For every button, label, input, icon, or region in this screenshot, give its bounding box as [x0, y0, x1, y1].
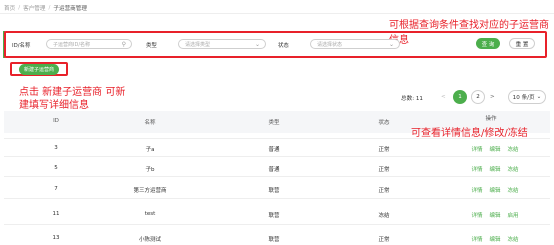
reset-button[interactable]: 重 置: [509, 38, 535, 49]
breadcrumb-separator: /: [48, 5, 51, 11]
cell-status: 正常: [378, 167, 390, 173]
cell-id: 13: [52, 235, 60, 241]
enable-link[interactable]: 启用: [506, 211, 520, 219]
edit-link[interactable]: 编辑: [488, 211, 502, 219]
column-header-type: 类型: [268, 120, 280, 126]
detail-link[interactable]: 详情: [470, 165, 484, 173]
cell-type: 联营: [268, 188, 280, 194]
id-label: ID/名称: [12, 43, 31, 49]
cell-id: 7: [54, 186, 58, 192]
header-divider: [0, 13, 554, 14]
pagination-total: 总数: 11: [401, 96, 423, 102]
id-name-placeholder: 子运营商ID/名称: [53, 41, 91, 48]
row-divider: [4, 176, 550, 177]
page-size-label: 10 条/页: [512, 95, 535, 101]
new-suboperator-button[interactable]: 新建子运营商: [18, 63, 59, 75]
pagination-next[interactable]: >: [490, 94, 495, 100]
breadcrumb-customer[interactable]: 客户管理: [23, 4, 45, 12]
freeze-link[interactable]: 冻结: [506, 145, 520, 153]
breadcrumb-separator: /: [18, 5, 21, 11]
type-label: 类型: [146, 43, 157, 49]
row-divider: [4, 138, 550, 139]
column-header-name: 名称: [144, 120, 156, 126]
cell-type: 普通: [268, 167, 280, 173]
pagination-page-1[interactable]: 1: [453, 90, 467, 104]
page-size-select[interactable]: 10 条/页 ⌄: [508, 90, 546, 104]
search-icon: ⚲: [121, 41, 126, 48]
cell-type: 普通: [268, 147, 280, 153]
chevron-down-icon: ⌄: [388, 41, 394, 48]
breadcrumb-home[interactable]: 首页: [4, 4, 15, 12]
detail-link[interactable]: 详情: [470, 211, 484, 219]
annotation-new-hint: 点击 新建子运营商 可新 建填写详细信息: [19, 86, 129, 112]
edit-link[interactable]: 编辑: [488, 186, 502, 194]
cell-id: 11: [52, 211, 60, 217]
cell-id: 3: [54, 145, 58, 151]
edit-link[interactable]: 编辑: [488, 145, 502, 153]
cell-status: 正常: [378, 188, 390, 194]
freeze-link[interactable]: 冻结: [506, 235, 520, 243]
cell-name: 小陈测试: [138, 237, 161, 243]
row-divider: [4, 198, 550, 199]
new-button-highlight: 新建子运营商: [10, 62, 68, 76]
cell-id: 5: [54, 165, 58, 171]
detail-link[interactable]: 详情: [470, 145, 484, 153]
query-button[interactable]: 查 询: [476, 38, 500, 49]
cell-type: 联营: [268, 237, 280, 243]
freeze-link[interactable]: 冻结: [506, 186, 520, 194]
type-select[interactable]: 请选择类型 ⌄: [178, 39, 266, 49]
edit-link[interactable]: 编辑: [488, 235, 502, 243]
status-label: 状态: [278, 43, 289, 49]
column-header-id: ID: [53, 118, 59, 124]
cell-type: 联营: [268, 213, 280, 219]
cell-status: 正常: [378, 237, 390, 243]
cell-name: 子a: [145, 147, 155, 153]
chevron-down-icon: ⌄: [536, 94, 542, 100]
column-header-status: 状态: [378, 120, 390, 126]
cell-name: test: [144, 211, 156, 217]
chevron-down-icon: ⌄: [254, 41, 260, 48]
row-divider: [4, 224, 550, 225]
annotation-action-hint: 可查看详情信息/修改/冻结: [411, 128, 528, 139]
breadcrumb-current: 子运营商管理: [53, 6, 87, 12]
pagination-page-2[interactable]: 2: [471, 90, 485, 104]
breadcrumb: 首页 / 客户管理 / 子运营商管理: [4, 3, 87, 13]
cell-name: 子b: [145, 167, 155, 173]
edit-link[interactable]: 编辑: [488, 165, 502, 173]
column-header-actions: 操作: [485, 116, 497, 122]
cell-name: 第三方运营商: [133, 188, 167, 194]
detail-link[interactable]: 详情: [470, 235, 484, 243]
detail-link[interactable]: 详情: [470, 186, 484, 194]
row-divider: [4, 156, 550, 157]
annotation-new-hint-line1: 点击 新建子运营商 可新: [19, 87, 126, 98]
id-name-input[interactable]: 子运营商ID/名称 ⚲: [46, 39, 132, 49]
pagination-prev[interactable]: <: [441, 94, 446, 100]
cell-status: 正常: [378, 147, 390, 153]
status-select[interactable]: 请选择状态 ⌄: [310, 39, 400, 49]
type-placeholder: 请选择类型: [185, 41, 211, 48]
cell-status: 冻结: [378, 213, 390, 219]
status-placeholder: 请选择状态: [317, 41, 343, 48]
freeze-link[interactable]: 冻结: [506, 165, 520, 173]
